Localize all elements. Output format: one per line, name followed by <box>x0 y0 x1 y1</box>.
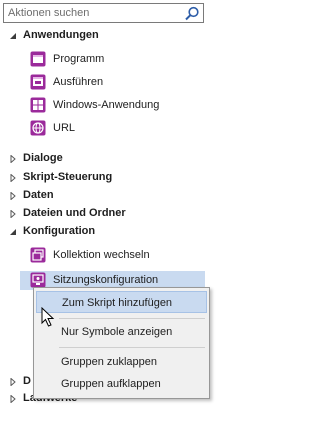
group-dateien-und-ordner[interactable]: Dateien und Ordner <box>0 205 210 224</box>
group-dialoge[interactable]: Dialoge <box>0 150 210 169</box>
menu-item-label: Gruppen aufklappen <box>61 378 161 390</box>
actions-panel: Anwendungen Programm Ausführen Windows-A… <box>0 0 210 432</box>
group-daten[interactable]: Daten <box>0 187 210 206</box>
action-label: Sitzungskonfiguration <box>53 274 159 286</box>
session-config-icon <box>30 272 46 288</box>
action-ausfuehren[interactable]: Ausführen <box>0 73 210 92</box>
group-label: D <box>23 375 31 387</box>
menu-separator <box>59 347 205 348</box>
group-anwendungen[interactable]: Anwendungen <box>0 27 210 46</box>
menu-item-nur-symbole-anzeigen[interactable]: Nur Symbole anzeigen <box>36 321 207 343</box>
action-label: Ausführen <box>53 76 104 88</box>
group-skript-steuerung[interactable]: Skript-Steuerung <box>0 169 210 188</box>
action-url[interactable]: URL <box>0 119 210 138</box>
menu-item-gruppen-zuklappen[interactable]: Gruppen zuklappen <box>36 351 207 373</box>
search-box[interactable] <box>3 3 204 23</box>
menu-item-label: Nur Symbole anzeigen <box>61 326 173 338</box>
action-label: Programm <box>53 53 105 65</box>
menu-separator <box>59 318 205 319</box>
mouse-pointer-icon <box>41 307 55 327</box>
menu-item-label: Zum Skript hinzufügen <box>62 297 173 309</box>
group-label: Daten <box>23 189 54 201</box>
chevron-expanded-icon[interactable] <box>9 32 17 40</box>
run-window-icon <box>30 74 46 90</box>
search-input[interactable] <box>4 4 180 22</box>
menu-item-zum-skript-hinzufuegen[interactable]: Zum Skript hinzufügen <box>36 291 207 313</box>
action-windows-anwendung[interactable]: Windows-Anwendung <box>0 96 210 115</box>
action-label: Windows-Anwendung <box>53 99 160 111</box>
switch-collection-icon <box>30 247 46 263</box>
action-label: Kollektion wechseln <box>53 249 150 261</box>
search-icon[interactable] <box>184 6 200 21</box>
action-kollektion-wechseln[interactable]: Kollektion wechseln <box>0 246 210 265</box>
menu-item-label: Gruppen zuklappen <box>61 356 158 368</box>
context-menu: Zum Skript hinzufügen Nur Symbole anzeig… <box>33 287 210 399</box>
chevron-collapsed-icon[interactable] <box>9 395 17 403</box>
group-label: Dialoge <box>23 152 63 164</box>
windows-app-icon <box>30 97 46 113</box>
group-label: Dateien und Ordner <box>23 207 126 219</box>
program-window-icon <box>30 51 46 67</box>
group-label: Skript-Steuerung <box>23 171 113 183</box>
action-label: URL <box>53 122 76 134</box>
action-programm[interactable]: Programm <box>0 50 210 69</box>
chevron-collapsed-icon[interactable] <box>9 378 17 386</box>
chevron-collapsed-icon[interactable] <box>9 174 17 182</box>
chevron-expanded-icon[interactable] <box>9 228 17 236</box>
chevron-collapsed-icon[interactable] <box>9 155 17 163</box>
url-globe-icon <box>30 120 46 136</box>
group-label: Anwendungen <box>23 29 99 41</box>
group-konfiguration[interactable]: Konfiguration <box>0 223 210 242</box>
menu-item-gruppen-aufklappen[interactable]: Gruppen aufklappen <box>36 373 207 395</box>
group-label: Konfiguration <box>23 225 96 237</box>
chevron-collapsed-icon[interactable] <box>9 210 17 218</box>
chevron-collapsed-icon[interactable] <box>9 192 17 200</box>
